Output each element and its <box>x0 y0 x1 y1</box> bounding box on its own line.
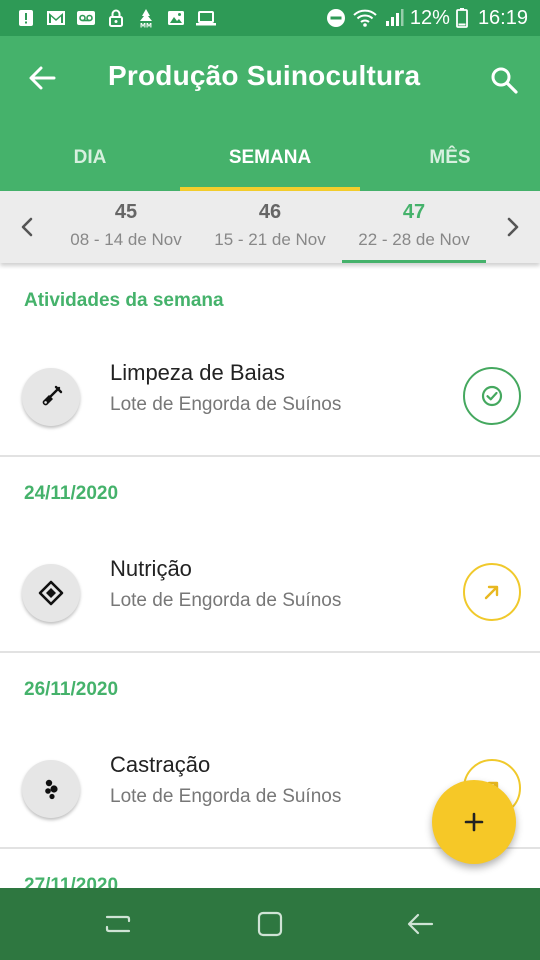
week-number: 46 <box>258 201 282 223</box>
activity-subtitle: Lote de Engorda de Suínos <box>110 786 342 807</box>
week-range: 08 - 14 de Nov <box>70 230 182 249</box>
castration-icon <box>45 779 58 800</box>
arrow-back-icon <box>29 66 56 90</box>
mm-icon: MM <box>140 9 152 29</box>
alert-icon <box>19 10 33 26</box>
next-week-button[interactable] <box>498 207 528 247</box>
week-range: 22 - 28 de Nov <box>358 230 470 249</box>
week-item-46[interactable]: 46 15 - 21 de Nov <box>198 191 342 263</box>
recent-apps-button[interactable] <box>98 904 138 944</box>
activity-item-limpeza[interactable]: Limpeza de Baias Lote de Engorda de Suín… <box>0 336 540 456</box>
home-square-icon <box>257 911 283 937</box>
svg-text:MM: MM <box>140 23 152 29</box>
activity-avatar <box>22 564 80 622</box>
signal-icon <box>385 9 404 26</box>
section-header-date: 26/11/2020 <box>24 679 119 700</box>
week-number: 47 <box>402 201 426 223</box>
back-arrow-icon <box>407 913 434 935</box>
battery-icon <box>456 8 468 28</box>
activity-title: Limpeza de Baias <box>110 360 285 385</box>
back-button[interactable] <box>22 58 62 98</box>
chevron-left-icon <box>21 217 33 237</box>
section-header-date: 24/11/2020 <box>24 483 119 504</box>
page-title: Produção Suinocultura <box>108 60 421 91</box>
toolbar: Produção Suinocultura <box>0 36 540 122</box>
add-activity-button[interactable] <box>432 780 516 864</box>
tab-mes[interactable]: MÊS <box>360 122 540 191</box>
tab-semana[interactable]: SEMANA <box>180 122 360 191</box>
search-icon <box>491 67 518 94</box>
recent-apps-icon <box>105 915 131 933</box>
activity-item-nutricao[interactable]: Nutrição Lote de Engorda de Suínos <box>0 532 540 652</box>
shovel-icon <box>42 385 63 406</box>
gmail-icon <box>47 11 65 25</box>
wifi-icon <box>353 9 377 27</box>
voicemail-icon <box>77 11 95 25</box>
plus-icon <box>464 812 484 832</box>
status-left-icons: MM <box>16 8 216 28</box>
tab-dia[interactable]: DIA <box>0 122 180 191</box>
home-button[interactable] <box>250 904 290 944</box>
week-item-45[interactable]: 45 08 - 14 de Nov <box>54 191 198 263</box>
week-selector: 45 08 - 14 de Nov 46 15 - 21 de Nov 47 2… <box>0 191 540 263</box>
divider <box>0 455 540 457</box>
period-tabs: DIA SEMANA MÊS <box>0 122 540 191</box>
feed-icon <box>38 580 64 606</box>
system-nav-bar <box>0 888 540 960</box>
app-bar: Produção Suinocultura DIA SEMANA MÊS <box>0 36 540 191</box>
week-number: 45 <box>114 201 138 223</box>
activity-status-button[interactable] <box>463 367 521 425</box>
image-icon <box>168 11 184 25</box>
activity-avatar <box>22 368 80 426</box>
activity-subtitle: Lote de Engorda de Suínos <box>110 590 342 611</box>
week-range: 15 - 21 de Nov <box>214 230 326 249</box>
back-nav-button[interactable] <box>400 904 440 944</box>
battery-percent: 12% <box>409 6 450 29</box>
status-time: 16:19 <box>477 6 528 29</box>
laptop-icon <box>196 11 216 26</box>
section-header-date: 27/11/2020 <box>24 875 119 888</box>
chevron-right-icon <box>507 217 519 237</box>
activity-title: Castração <box>110 752 211 777</box>
status-bar: MM 12% 16:19 <box>0 0 540 36</box>
status-right-icons: 12% 16:19 <box>326 7 528 30</box>
arrow-up-right-icon <box>484 585 499 600</box>
lock-icon <box>109 9 123 27</box>
section-header-week: Atividades da semana <box>24 290 224 311</box>
activity-status-button[interactable] <box>463 563 521 621</box>
week-item-47[interactable]: 47 22 - 28 de Nov <box>342 191 486 263</box>
divider <box>0 651 540 653</box>
do-not-disturb-icon <box>326 9 345 27</box>
activity-avatar <box>22 760 80 818</box>
activity-title: Nutrição <box>110 556 192 581</box>
previous-week-button[interactable] <box>12 207 42 247</box>
search-button[interactable] <box>482 58 526 102</box>
check-circle-icon <box>481 385 503 407</box>
activity-subtitle: Lote de Engorda de Suínos <box>110 394 342 415</box>
